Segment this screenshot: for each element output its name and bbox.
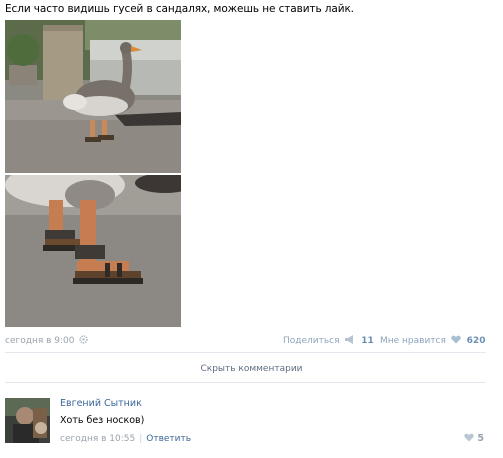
comment-like-count: 5 (477, 433, 484, 444)
divider (5, 382, 486, 383)
like-label: Мне нравится (380, 336, 446, 346)
share-label: Поделиться (283, 336, 340, 346)
comment-like-button[interactable]: 5 (462, 433, 484, 445)
goose-photo-image (5, 20, 181, 173)
like-button[interactable]: Мне нравится 620 (380, 335, 485, 347)
post-meta: сегодня в 9:00 (5, 335, 89, 346)
avatar-image (5, 398, 50, 443)
post-text: Если часто видишь гусей в сандалях, може… (5, 3, 354, 15)
post-photo-goose[interactable] (5, 20, 181, 173)
reply-link[interactable]: Ответить (146, 434, 191, 444)
hide-comments-link[interactable]: Скрыть комментарии (0, 364, 503, 374)
post-photo-sandals[interactable] (5, 175, 181, 327)
comment-date[interactable]: сегодня в 10:55 (60, 434, 135, 444)
megaphone-icon (344, 335, 355, 347)
meta-separator: | (139, 434, 143, 444)
post-date[interactable]: сегодня в 9:00 (5, 336, 74, 346)
comment-text: Хоть без носков) (60, 415, 145, 426)
gear-icon[interactable] (79, 335, 89, 344)
divider (5, 352, 486, 353)
comment-author-link[interactable]: Евгений Сытник (60, 398, 142, 409)
heart-icon (464, 433, 474, 445)
avatar[interactable] (5, 398, 50, 443)
share-button[interactable]: Поделиться 11 (283, 335, 374, 347)
share-count: 11 (361, 336, 374, 346)
like-count: 620 (466, 336, 486, 346)
heart-icon (451, 335, 461, 347)
comment-meta: сегодня в 10:55 | Ответить (60, 434, 191, 444)
sandals-photo-image (5, 175, 181, 327)
